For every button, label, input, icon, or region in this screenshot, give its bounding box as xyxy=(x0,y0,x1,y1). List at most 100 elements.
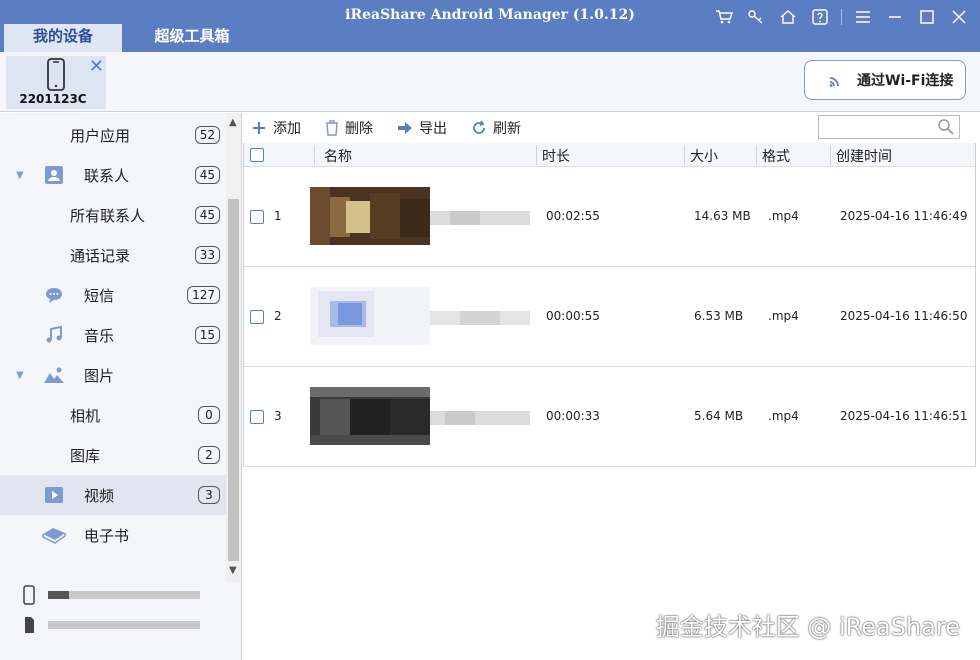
column-divider xyxy=(314,145,315,165)
blurred-filename xyxy=(430,211,530,225)
video-thumbnail xyxy=(310,387,430,445)
key-icon[interactable] xyxy=(743,6,769,28)
disconnect-icon[interactable]: ✕ xyxy=(89,56,104,77)
sidebar-scrollbar[interactable]: ▲ ▼ xyxy=(226,113,241,583)
sidebar-item-gallery[interactable]: 图库 2 xyxy=(0,435,226,475)
sidebar-item-call-log[interactable]: 通话记录 33 xyxy=(0,235,226,275)
sidebar-item-label: 电子书 xyxy=(84,526,130,545)
sidebar-item-videos[interactable]: 视频 3 xyxy=(0,475,226,515)
video-icon xyxy=(42,483,66,507)
wifi-connect-button[interactable]: 通过Wi-Fi连接 xyxy=(804,60,966,100)
column-divider xyxy=(756,145,757,165)
watermark: 掘金技术社区 @ iReaShare xyxy=(655,613,960,641)
wifi-icon xyxy=(829,77,839,87)
table-row[interactable]: 1 00:02:55 14.63 MB .mp4 2025-04-16 11:4… xyxy=(244,167,975,267)
blurred-filename xyxy=(430,411,530,425)
header-created[interactable]: 创建时间 xyxy=(836,146,892,166)
sidebar-item-label: 相机 xyxy=(70,406,101,425)
scroll-down-icon[interactable]: ▼ xyxy=(229,565,237,576)
help-icon[interactable] xyxy=(807,6,833,28)
header-name[interactable]: 名称 xyxy=(324,146,352,166)
tab-my-devices[interactable]: 我的设备 xyxy=(4,24,122,52)
search-icon[interactable] xyxy=(937,118,955,136)
scroll-up-icon[interactable]: ▲ xyxy=(229,117,237,128)
phone-storage xyxy=(22,585,200,605)
sidebar-item-label: 图片 xyxy=(84,366,115,385)
export-arrow-icon xyxy=(398,122,412,134)
phone-icon xyxy=(47,58,65,91)
row-created: 2025-04-16 11:46:49 xyxy=(840,209,968,223)
count-badge: 15 xyxy=(194,326,220,344)
sidebar-item-label: 用户应用 xyxy=(70,126,131,145)
wifi-connect-label: 通过Wi-Fi连接 xyxy=(857,73,954,89)
sidebar-item-music[interactable]: 音乐 15 xyxy=(0,315,226,355)
row-size: 6.53 MB xyxy=(694,309,744,323)
sd-card-storage-bar xyxy=(48,621,200,629)
row-format: .mp4 xyxy=(768,209,799,223)
contact-icon xyxy=(42,163,66,187)
sidebar-item-camera[interactable]: 相机 0 xyxy=(0,395,226,435)
row-format: .mp4 xyxy=(768,309,799,323)
table-row[interactable]: 3 00:00:33 5.64 MB .mp4 2025-04-16 11:46… xyxy=(244,367,975,467)
video-thumbnail xyxy=(310,187,430,245)
sidebar-item-pictures[interactable]: ▼ 图片 xyxy=(0,355,226,395)
blurred-filename xyxy=(430,311,530,325)
sidebar-item-label: 音乐 xyxy=(84,326,115,345)
collapse-caret-icon[interactable]: ▼ xyxy=(16,370,24,381)
row-index: 2 xyxy=(274,309,282,323)
toolbar: 添加 删除 导出 刷新 xyxy=(243,113,980,143)
export-button[interactable]: 导出 xyxy=(397,118,447,138)
row-size: 14.63 MB xyxy=(694,209,751,223)
count-badge: 3 xyxy=(198,486,220,504)
close-icon[interactable] xyxy=(946,6,972,28)
tab-super-toolbox[interactable]: 超级工具箱 xyxy=(130,24,254,52)
row-checkbox[interactable] xyxy=(250,210,264,224)
row-size: 5.64 MB xyxy=(694,409,744,423)
row-created: 2025-04-16 11:46:50 xyxy=(840,309,968,323)
menu-icon[interactable] xyxy=(850,6,876,28)
sidebar-item-label: 联系人 xyxy=(84,166,130,185)
cart-icon[interactable] xyxy=(711,6,737,28)
home-icon[interactable] xyxy=(775,6,801,28)
sidebar-item-label: 通话记录 xyxy=(70,246,131,265)
row-index: 3 xyxy=(274,409,282,423)
sd-card-icon xyxy=(25,617,34,633)
delete-button[interactable]: 删除 xyxy=(325,118,373,138)
select-all-checkbox[interactable] xyxy=(250,148,264,162)
count-badge: 45 xyxy=(194,166,220,184)
sidebar-item-ebooks[interactable]: 电子书 xyxy=(0,515,226,555)
picture-icon xyxy=(42,363,66,387)
refresh-label: 刷新 xyxy=(493,121,521,137)
export-label: 导出 xyxy=(419,121,447,137)
sidebar-item-sms[interactable]: 短信 127 xyxy=(0,275,226,315)
sidebar-item-contacts[interactable]: ▼ 联系人 45 xyxy=(0,155,226,195)
phone-storage-icon xyxy=(23,585,35,605)
sidebar-item-user-apps[interactable]: 用户应用 52 xyxy=(0,115,226,155)
row-duration: 00:02:55 xyxy=(546,209,600,223)
sidebar-item-label: 短信 xyxy=(84,286,115,305)
device-name: 2201123C xyxy=(19,92,87,106)
column-divider xyxy=(830,145,831,165)
row-checkbox[interactable] xyxy=(250,310,264,324)
sidebar-item-label: 图库 xyxy=(70,446,101,465)
search-input[interactable] xyxy=(818,115,960,139)
sidebar-item-all-contacts[interactable]: 所有联系人 45 xyxy=(0,195,226,235)
scrollbar-thumb[interactable] xyxy=(228,199,239,561)
header-format[interactable]: 格式 xyxy=(762,146,790,166)
count-badge: 52 xyxy=(194,126,220,144)
minimize-icon[interactable] xyxy=(882,6,908,28)
header-size[interactable]: 大小 xyxy=(690,146,718,166)
table-row[interactable]: 2 00:00:55 6.53 MB .mp4 2025-04-16 11:46… xyxy=(244,267,975,367)
sd-card-storage xyxy=(22,615,200,635)
sidebar-item-label: 视频 xyxy=(84,486,115,505)
maximize-icon[interactable] xyxy=(914,6,940,28)
video-thumbnail xyxy=(310,287,430,345)
collapse-caret-icon[interactable]: ▼ xyxy=(16,170,24,181)
row-checkbox[interactable] xyxy=(250,410,264,424)
refresh-button[interactable]: 刷新 xyxy=(471,118,521,138)
add-button[interactable]: 添加 xyxy=(251,118,301,138)
header-duration[interactable]: 时长 xyxy=(542,146,570,166)
device-card[interactable]: 2201123C ✕ xyxy=(6,56,106,109)
plus-icon xyxy=(253,122,265,134)
separator xyxy=(841,9,842,25)
